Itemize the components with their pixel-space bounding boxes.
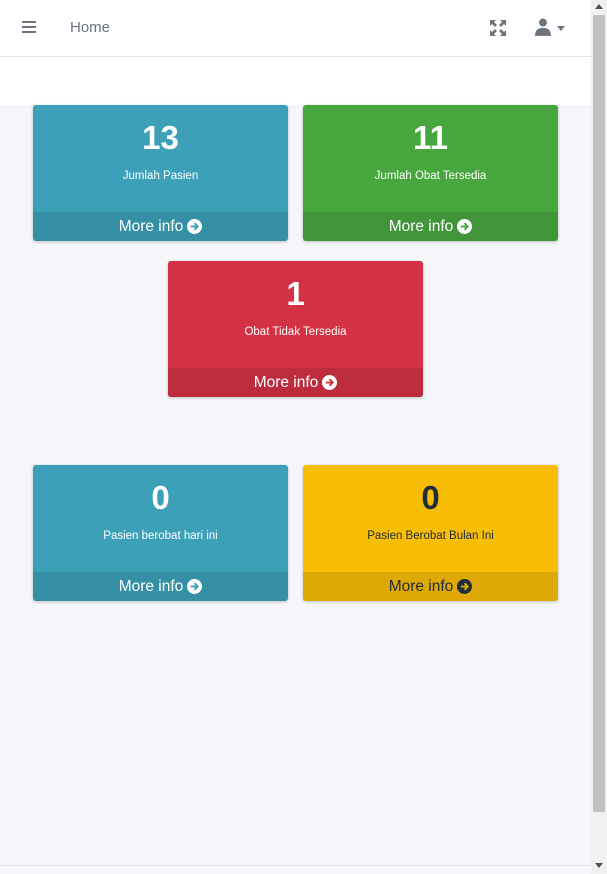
- stat-box-jumlah-pasien: 13 Jumlah Pasien More info: [33, 105, 288, 241]
- nav-home-link[interactable]: Home: [70, 19, 110, 36]
- stat-label: Pasien Berobat Bulan Ini: [367, 530, 494, 542]
- stat-label: Jumlah Pasien: [122, 170, 199, 182]
- vertical-scrollbar[interactable]: [591, 0, 607, 874]
- menu-icon[interactable]: [22, 18, 42, 38]
- arrow-circle-right-icon: [322, 375, 338, 390]
- user-icon: [535, 18, 551, 36]
- top-navbar: Home: [0, 0, 591, 57]
- stat-count: 11: [413, 119, 448, 156]
- stat-box-pasien-berobat-bulan-ini: 0 Pasien Berobat Bulan Ini More info: [303, 465, 558, 601]
- content-header: [0, 57, 591, 105]
- more-info-label: More info: [388, 578, 454, 595]
- more-info-link[interactable]: More info: [303, 572, 558, 601]
- scrollbar-thumb[interactable]: [593, 15, 605, 812]
- stat-label: Pasien berobat hari ini: [103, 530, 218, 542]
- stat-box-pasien-berobat-hari-ini: 0 Pasien berobat hari ini More info: [33, 465, 288, 601]
- arrow-circle-right-icon: [187, 579, 203, 594]
- stat-box-jumlah-obat-tersedia: 11 Jumlah Obat Tersedia More info: [303, 105, 558, 241]
- arrow-circle-right-icon: [457, 219, 473, 234]
- scroll-up-icon[interactable]: [595, 4, 603, 9]
- stat-box-obat-tidak-tersedia: 1 Obat Tidak Tersedia More info: [168, 261, 423, 397]
- more-info-label: More info: [118, 218, 184, 235]
- more-info-link[interactable]: More info: [33, 572, 288, 601]
- more-info-link[interactable]: More info: [303, 212, 558, 241]
- stat-label: Obat Tidak Tersedia: [244, 326, 347, 338]
- more-info-label: More info: [388, 218, 454, 235]
- stat-count: 0: [151, 479, 170, 516]
- caret-down-icon: [557, 26, 565, 31]
- user-menu-button[interactable]: [535, 18, 569, 38]
- scroll-down-icon[interactable]: [595, 863, 603, 868]
- expand-icon[interactable]: [489, 19, 507, 37]
- stat-label: Jumlah Obat Tersedia: [374, 170, 487, 182]
- footer-divider: [0, 865, 591, 866]
- more-info-link[interactable]: More info: [33, 212, 288, 241]
- more-info-link[interactable]: More info: [168, 368, 423, 397]
- stat-count: 13: [142, 119, 179, 156]
- more-info-label: More info: [253, 374, 319, 391]
- arrow-circle-right-icon: [457, 579, 473, 594]
- stat-count: 1: [286, 275, 305, 312]
- arrow-circle-right-icon: [187, 219, 203, 234]
- stat-count: 0: [421, 479, 440, 516]
- more-info-label: More info: [118, 578, 184, 595]
